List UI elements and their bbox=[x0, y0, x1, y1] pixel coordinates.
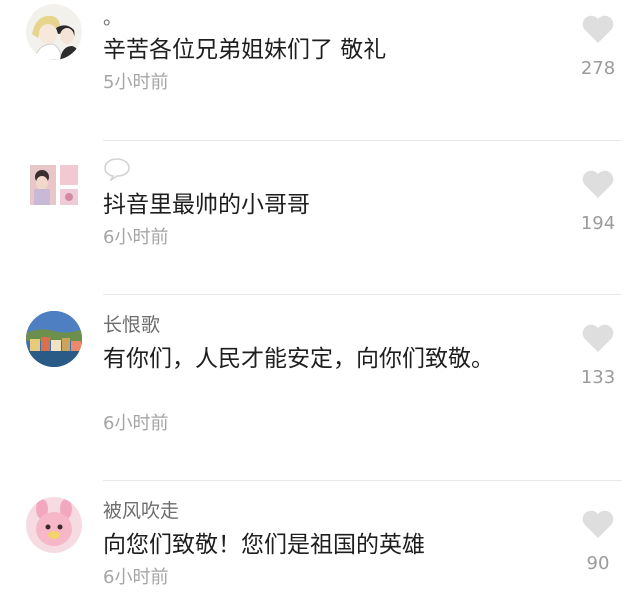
like-button[interactable]: 90 bbox=[560, 509, 636, 575]
timestamp: 6小时前 bbox=[103, 567, 169, 588]
avatar[interactable] bbox=[26, 161, 82, 217]
heart-icon bbox=[582, 324, 614, 352]
heart-icon bbox=[582, 15, 614, 43]
comment-item: 。 辛苦各位兄弟姐妹们了 敬礼 5小时前 278 bbox=[0, 0, 640, 140]
comment-item: 抖音里最帅的小哥哥 6小时前 194 bbox=[0, 141, 640, 293]
comment-item: 被风吹走 向您们致敬！您们是祖国的英雄 6小时前 90 bbox=[0, 481, 640, 604]
heart-icon bbox=[582, 170, 614, 198]
username[interactable]: 长恨歌 bbox=[103, 313, 160, 337]
avatar[interactable] bbox=[26, 311, 82, 367]
avatar[interactable] bbox=[26, 4, 82, 60]
timestamp: 6小时前 bbox=[103, 227, 169, 248]
avatar[interactable] bbox=[26, 497, 82, 553]
like-button[interactable]: 278 bbox=[560, 14, 636, 80]
like-count: 194 bbox=[580, 213, 616, 234]
like-button[interactable]: 194 bbox=[560, 169, 636, 235]
anime-couple-avatar-icon bbox=[26, 4, 82, 60]
chat-bubble-icon bbox=[104, 158, 130, 181]
comment-item: 长恨歌 有你们，人民才能安定，向你们致敬。 6小时前 133 bbox=[0, 295, 640, 479]
like-count: 90 bbox=[586, 553, 610, 574]
photo-collage-avatar-icon bbox=[26, 161, 82, 217]
like-count: 133 bbox=[580, 367, 616, 388]
comment-text: 辛苦各位兄弟姐妹们了 敬礼 bbox=[103, 37, 387, 63]
timestamp: 5小时前 bbox=[103, 72, 169, 93]
username[interactable]: 被风吹走 bbox=[103, 499, 179, 523]
comment-text: 向您们致敬！您们是祖国的英雄 bbox=[103, 532, 425, 558]
heart-icon bbox=[582, 510, 614, 538]
comment-text: 抖音里最帅的小哥哥 bbox=[103, 192, 310, 218]
like-count: 278 bbox=[580, 58, 616, 79]
timestamp: 6小时前 bbox=[103, 413, 169, 434]
pink-plush-avatar-icon bbox=[26, 497, 82, 553]
like-button[interactable]: 133 bbox=[560, 323, 636, 389]
comment-text: 有你们，人民才能安定，向你们致敬。 bbox=[103, 346, 494, 372]
coastal-town-avatar-icon bbox=[26, 311, 82, 367]
username[interactable]: 。 bbox=[103, 6, 122, 30]
